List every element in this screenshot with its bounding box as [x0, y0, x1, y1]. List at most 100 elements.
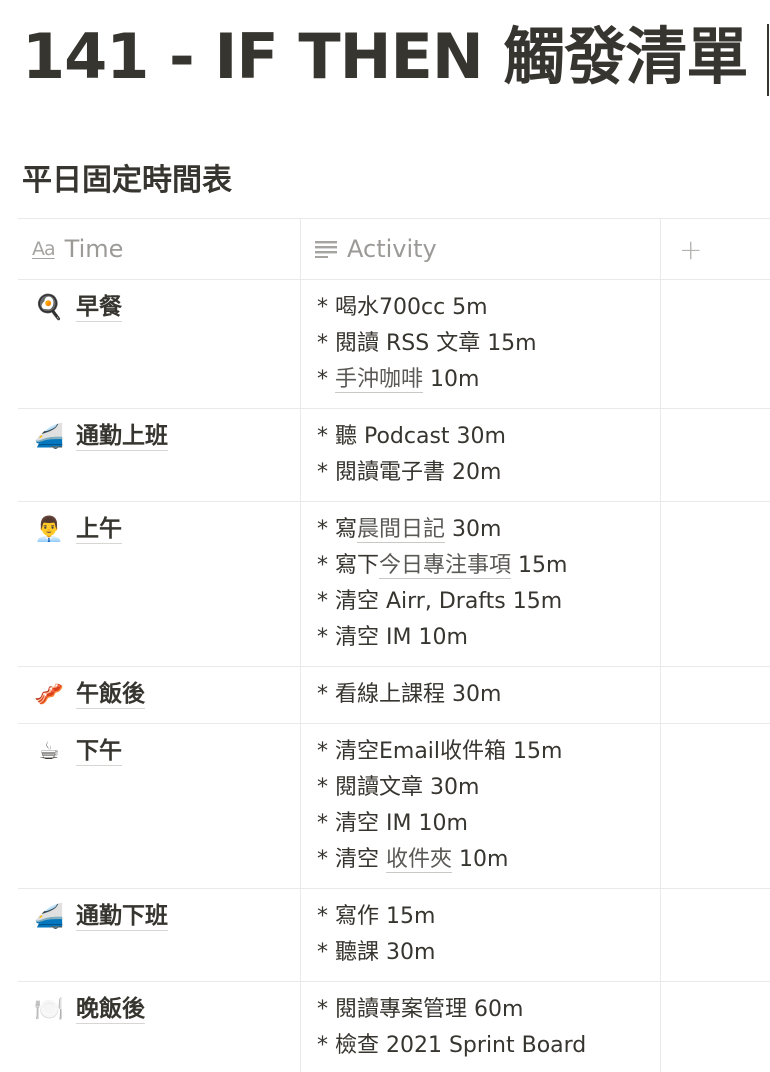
- page-link[interactable]: 🚄 通勤下班: [32, 901, 300, 931]
- table-row[interactable]: 🥓 午飯後 * 看線上課程 30m: [18, 666, 770, 723]
- activity-cell[interactable]: * 聽 Podcast 30m * 閱讀電子書 20m: [301, 409, 661, 501]
- activity-text: * 聽課 30m: [317, 940, 436, 965]
- page-title[interactable]: 141 - IF THEN 觸發清單: [22, 14, 748, 100]
- time-label[interactable]: 下午: [76, 737, 122, 766]
- activity-text: * 寫作 15m: [317, 904, 436, 929]
- activity-text: * 聽 Podcast 30m: [317, 424, 506, 449]
- activity-line: * 清空 Airr, Drafts 15m: [317, 584, 660, 620]
- activity-line: * 寫作 15m: [317, 899, 660, 935]
- activity-line: * 閱讀電子書 20m: [317, 455, 660, 491]
- time-label[interactable]: 上午: [76, 515, 122, 544]
- time-label[interactable]: 通勤下班: [76, 902, 168, 931]
- page-mention-link[interactable]: 手沖咖啡: [335, 367, 424, 393]
- activity-text: * 清空Email收件箱 15m: [317, 739, 563, 764]
- database-table: Aa Time Activity + 🍳 早餐 * 喝水700cc 5m * 閱讀 R…: [18, 218, 770, 1072]
- activity-text: * 檢查 2021 Sprint Board: [317, 1033, 587, 1058]
- activity-cell[interactable]: * 清空Email收件箱 15m * 閱讀文章 30m * 清空 IM 10m * 清…: [301, 724, 661, 888]
- activity-text: * 閱讀專案管理 60m: [317, 997, 524, 1022]
- table-row[interactable]: 🍳 早餐 * 喝水700cc 5m * 閱讀 RSS 文章 15m * 手沖咖啡 10m: [18, 279, 770, 408]
- empty-cell[interactable]: [661, 889, 770, 981]
- activity-cell[interactable]: * 喝水700cc 5m * 閱讀 RSS 文章 15m * 手沖咖啡 10m: [301, 280, 661, 408]
- page-link[interactable]: 🍳 早餐: [32, 292, 300, 322]
- time-label[interactable]: 晚飯後: [76, 995, 145, 1024]
- bacon-icon: 🥓: [34, 680, 64, 708]
- activity-cell[interactable]: * 看線上課程 30m: [301, 667, 661, 723]
- activity-text: *: [317, 367, 335, 392]
- text-aa-icon: Aa: [32, 238, 56, 260]
- page-mention-link[interactable]: 晨間日記: [357, 517, 446, 543]
- plate-cutlery-icon: 🍽️: [34, 995, 64, 1023]
- empty-cell[interactable]: [661, 280, 770, 408]
- activity-text: * 清空 IM 10m: [317, 625, 468, 650]
- plus-icon: +: [679, 232, 703, 266]
- activity-text: * 寫: [317, 517, 357, 542]
- activity-line: * 聽 Podcast 30m: [317, 419, 660, 455]
- activity-line: * 檢查 2021 Sprint Board: [317, 1028, 660, 1064]
- table-row[interactable]: 👨‍💼 上午 * 寫晨間日記 30m * 寫下今日專注事項 15m * 清空 Airr,…: [18, 501, 770, 666]
- page-link[interactable]: 👨‍💼 上午: [32, 514, 300, 544]
- time-cell[interactable]: 🍽️ 晚飯後: [18, 982, 301, 1072]
- time-cell[interactable]: 🚄 通勤下班: [18, 889, 301, 981]
- activity-text: * 閱讀電子書 20m: [317, 460, 502, 485]
- column-header-activity[interactable]: Activity: [301, 219, 661, 279]
- empty-cell[interactable]: [661, 667, 770, 723]
- activity-text: * 清空: [317, 847, 386, 872]
- activity-line: * 手沖咖啡 10m: [317, 362, 660, 398]
- time-label[interactable]: 早餐: [76, 293, 122, 322]
- empty-cell[interactable]: [661, 409, 770, 501]
- text-lines-icon: [315, 240, 337, 258]
- activity-line: * 聽課 30m: [317, 935, 660, 971]
- time-cell[interactable]: 🚄 通勤上班: [18, 409, 301, 501]
- time-label[interactable]: 通勤上班: [76, 422, 168, 451]
- activity-text: 15m: [511, 553, 568, 578]
- page-mention-link[interactable]: 今日專注事項: [379, 553, 512, 579]
- table-header-row: Aa Time Activity +: [18, 218, 770, 279]
- activity-text: * 閱讀文章 30m: [317, 775, 480, 800]
- time-cell[interactable]: 🍳 早餐: [18, 280, 301, 408]
- activity-text: * 閱讀 RSS 文章 15m: [317, 331, 537, 356]
- activity-text: * 喝水700cc 5m: [317, 295, 488, 320]
- activity-cell[interactable]: * 寫作 15m * 聽課 30m: [301, 889, 661, 981]
- table-row[interactable]: ☕ 下午 * 清空Email收件箱 15m * 閱讀文章 30m * 清空 IM 10m…: [18, 723, 770, 888]
- add-column-button[interactable]: +: [661, 219, 770, 279]
- time-cell[interactable]: ☕ 下午: [18, 724, 301, 888]
- page-link[interactable]: 🚄 通勤上班: [32, 421, 300, 451]
- activity-text: 30m: [445, 517, 502, 542]
- activity-text: * 看線上課程 30m: [317, 682, 502, 707]
- activity-text: * 清空 IM 10m: [317, 811, 468, 836]
- coffee-icon: ☕: [38, 737, 60, 765]
- activity-line: * 清空Email收件箱 15m: [317, 734, 660, 770]
- activity-line: * 清空 IM 10m: [317, 806, 660, 842]
- page-link[interactable]: 🍽️ 晚飯後: [32, 994, 300, 1024]
- activity-text: 10m: [452, 847, 509, 872]
- column-header-label: Time: [64, 235, 124, 263]
- column-header-time[interactable]: Aa Time: [18, 219, 301, 279]
- activity-line: * 閱讀文章 30m: [317, 770, 660, 806]
- table-row[interactable]: 🚄 通勤上班 * 聽 Podcast 30m * 閱讀電子書 20m: [18, 408, 770, 501]
- section-heading[interactable]: 平日固定時間表: [22, 160, 232, 202]
- activity-text: * 寫下: [317, 553, 379, 578]
- activity-line: * 看線上課程 30m: [317, 677, 660, 713]
- page-link[interactable]: 🥓 午飯後: [32, 679, 300, 709]
- activity-text: 10m: [423, 367, 480, 392]
- bullet-train-icon: 🚄: [34, 902, 64, 930]
- column-header-label: Activity: [347, 235, 437, 263]
- text-cursor: [767, 24, 769, 96]
- frying-pan-icon: 🍳: [34, 293, 64, 321]
- time-label[interactable]: 午飯後: [76, 680, 145, 709]
- activity-cell[interactable]: * 寫晨間日記 30m * 寫下今日專注事項 15m * 清空 Airr, Draf…: [301, 502, 661, 666]
- activity-cell[interactable]: * 閱讀專案管理 60m * 檢查 2021 Sprint Board: [301, 982, 661, 1072]
- time-cell[interactable]: 🥓 午飯後: [18, 667, 301, 723]
- table-row[interactable]: 🍽️ 晚飯後 * 閱讀專案管理 60m * 檢查 2021 Sprint Board: [18, 981, 770, 1072]
- bullet-train-icon: 🚄: [34, 422, 64, 450]
- empty-cell[interactable]: [661, 724, 770, 888]
- table-row[interactable]: 🚄 通勤下班 * 寫作 15m * 聽課 30m: [18, 888, 770, 981]
- empty-cell[interactable]: [661, 982, 770, 1072]
- activity-line: * 清空 IM 10m: [317, 620, 660, 656]
- page-link[interactable]: ☕ 下午: [32, 736, 300, 766]
- activity-line: * 喝水700cc 5m: [317, 290, 660, 326]
- page-mention-link[interactable]: 收件夾: [386, 847, 453, 873]
- time-cell[interactable]: 👨‍💼 上午: [18, 502, 301, 666]
- activity-line: * 寫下今日專注事項 15m: [317, 548, 660, 584]
- empty-cell[interactable]: [661, 502, 770, 666]
